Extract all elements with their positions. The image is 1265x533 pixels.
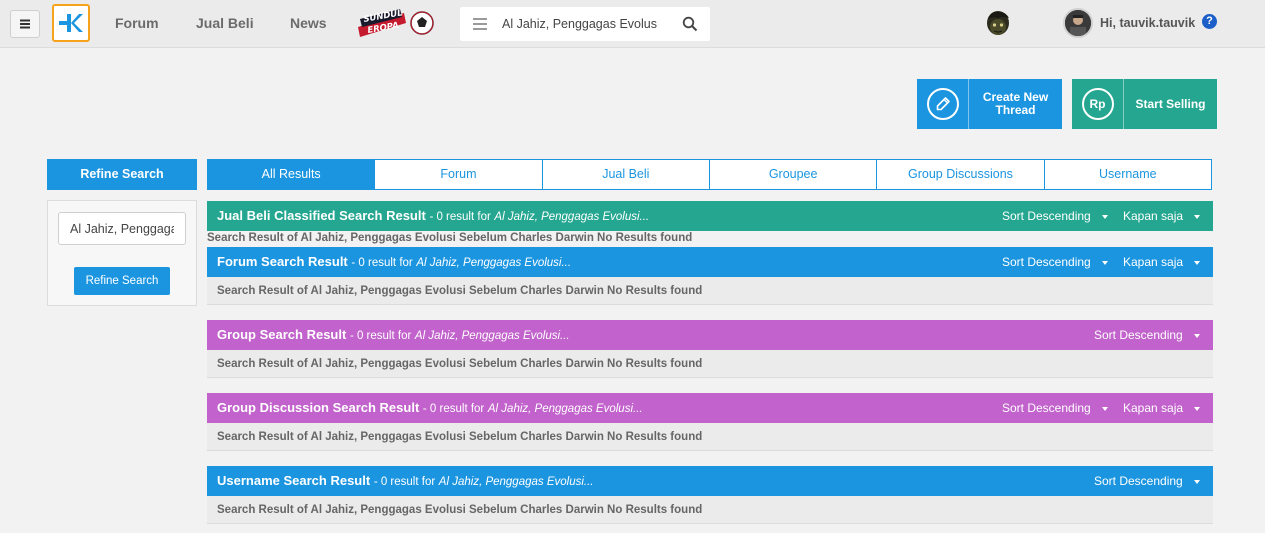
sort-dropdown[interactable]: Sort Descending (1094, 320, 1200, 350)
nav-news-link[interactable]: News (290, 15, 327, 31)
menu-icon[interactable] (10, 10, 40, 38)
tab-jual-beli[interactable]: Jual Beli (542, 159, 710, 190)
tab-all-results[interactable]: All Results (207, 159, 376, 190)
start-selling-label: Start Selling (1135, 96, 1206, 111)
username-result-title: Username Search Result - 0 result for Al… (217, 466, 594, 497)
help-icon[interactable]: ? (1202, 14, 1217, 29)
nav-forum-link[interactable]: Forum (115, 15, 159, 31)
group-result-header: Group Search Result - 0 result for Al Ja… (207, 320, 1213, 350)
chevron-down-icon (1193, 479, 1200, 484)
result-count: - 0 result for (422, 403, 485, 415)
sort-label: Sort Descending (1002, 209, 1091, 223)
group-no-results: Search Result of Al Jahiz, Penggagas Evo… (207, 350, 1213, 378)
nav-jual-beli-link[interactable]: Jual Beli (196, 15, 254, 31)
refine-search-panel: Refine Search (47, 200, 197, 306)
section-title: Forum Search Result (217, 254, 348, 269)
sort-label: Sort Descending (1002, 401, 1091, 415)
top-navbar: Forum Jual Beli News SUNDUL EROPA Al Jah… (0, 0, 1265, 48)
time-filter-dropdown[interactable]: Kapan saja (1123, 393, 1201, 423)
user-avatar[interactable] (1063, 8, 1093, 38)
chevron-down-icon (1194, 406, 1201, 411)
create-thread-label: Create New Thread (982, 90, 1049, 117)
rupiah-icon: Rp (1081, 88, 1114, 120)
sort-dropdown[interactable]: Sort Descending (1002, 201, 1108, 231)
group-discussion-result-title: Group Discussion Search Result - 0 resul… (217, 393, 643, 424)
refine-search-input[interactable] (58, 212, 186, 245)
kaskus-logo[interactable] (52, 4, 90, 42)
sort-label: Sort Descending (1094, 328, 1183, 342)
username-result-header: Username Search Result - 0 result for Al… (207, 466, 1213, 496)
tab-forum[interactable]: Forum (375, 159, 543, 190)
sort-label: Sort Descending (1002, 255, 1091, 269)
query-text: Al Jahiz, Penggagas Evolusi... (414, 330, 570, 342)
group-result-title: Group Search Result - 0 result for Al Ja… (217, 320, 570, 351)
search-input[interactable] (502, 7, 670, 41)
jual-beli-result-header: Jual Beli Classified Search Result - 0 r… (207, 201, 1213, 231)
query-text: Al Jahiz, Penggagas Evolusi... (494, 211, 650, 223)
jual-beli-result-title: Jual Beli Classified Search Result - 0 r… (217, 201, 649, 232)
result-tabs: All Results Forum Jual Beli Groupee Grou… (207, 159, 1212, 190)
tab-username[interactable]: Username (1044, 159, 1212, 190)
avatar-photo-icon (1065, 10, 1091, 36)
section-title: Group Discussion Search Result (217, 400, 420, 415)
pencil-icon (926, 88, 959, 120)
time-filter-label: Kapan saja (1123, 255, 1184, 269)
time-filter-label: Kapan saja (1123, 209, 1184, 223)
chevron-down-icon (1193, 333, 1200, 338)
result-count: - 0 result for (373, 476, 436, 488)
username-no-results: Search Result of Al Jahiz, Penggagas Evo… (207, 496, 1213, 524)
rupiah-symbol: Rp (1089, 97, 1106, 111)
query-text: Al Jahiz, Penggagas Evolusi... (487, 403, 643, 415)
chevron-down-icon (1101, 406, 1108, 411)
kaskus-k-icon (59, 14, 83, 32)
time-filter-dropdown[interactable]: Kapan saja (1123, 201, 1201, 231)
tab-groupee[interactable]: Groupee (709, 159, 878, 190)
time-filter-dropdown[interactable]: Kapan saja (1123, 247, 1201, 277)
chevron-down-icon (1101, 214, 1108, 219)
group-discussion-no-results: Search Result of Al Jahiz, Penggagas Evo… (207, 423, 1213, 451)
sort-dropdown[interactable]: Sort Descending (1002, 393, 1108, 423)
tab-group-discussions[interactable]: Group Discussions (877, 159, 1045, 190)
time-filter-label: Kapan saja (1123, 401, 1184, 415)
forum-no-results: Search Result of Al Jahiz, Penggagas Evo… (207, 277, 1213, 305)
sundul-eropa-logo[interactable]: SUNDUL EROPA (356, 7, 436, 39)
user-greeting[interactable]: Hi, tauvik.tauvik (1100, 16, 1195, 30)
search-category-icon[interactable] (473, 18, 487, 30)
chevron-down-icon (1101, 260, 1108, 265)
chevron-down-icon (1194, 260, 1201, 265)
query-text: Al Jahiz, Penggagas Evolusi... (416, 257, 572, 269)
forum-result-title: Forum Search Result - 0 result for Al Ja… (217, 247, 571, 278)
user-mascot-icon[interactable] (983, 9, 1013, 39)
refine-search-title: Refine Search (47, 159, 197, 190)
group-discussion-result-header: Group Discussion Search Result - 0 resul… (207, 393, 1213, 423)
result-count: - 0 result for (349, 330, 412, 342)
result-count: - 0 result for (351, 257, 413, 269)
search-icon[interactable] (682, 16, 698, 32)
create-thread-icon-wrap (917, 79, 969, 129)
search-bar (460, 7, 710, 41)
sort-label: Sort Descending (1094, 474, 1183, 488)
create-new-thread-button[interactable]: Create New Thread (917, 79, 1062, 129)
chevron-down-icon (1194, 214, 1201, 219)
start-selling-icon-wrap: Rp (1072, 79, 1124, 129)
section-title: Jual Beli Classified Search Result (217, 208, 426, 223)
section-title: Group Search Result (217, 327, 347, 342)
sort-dropdown[interactable]: Sort Descending (1002, 247, 1108, 277)
section-title: Username Search Result (217, 473, 371, 488)
refine-search-button[interactable]: Refine Search (74, 267, 170, 295)
query-text: Al Jahiz, Penggagas Evolusi... (438, 476, 594, 488)
start-selling-button[interactable]: Rp Start Selling (1072, 79, 1217, 129)
result-count: - 0 result for (429, 211, 491, 223)
jual-beli-no-results: Search Result of Al Jahiz, Penggagas Evo… (207, 232, 693, 244)
sort-dropdown[interactable]: Sort Descending (1094, 466, 1200, 496)
forum-result-header: Forum Search Result - 0 result for Al Ja… (207, 247, 1213, 277)
